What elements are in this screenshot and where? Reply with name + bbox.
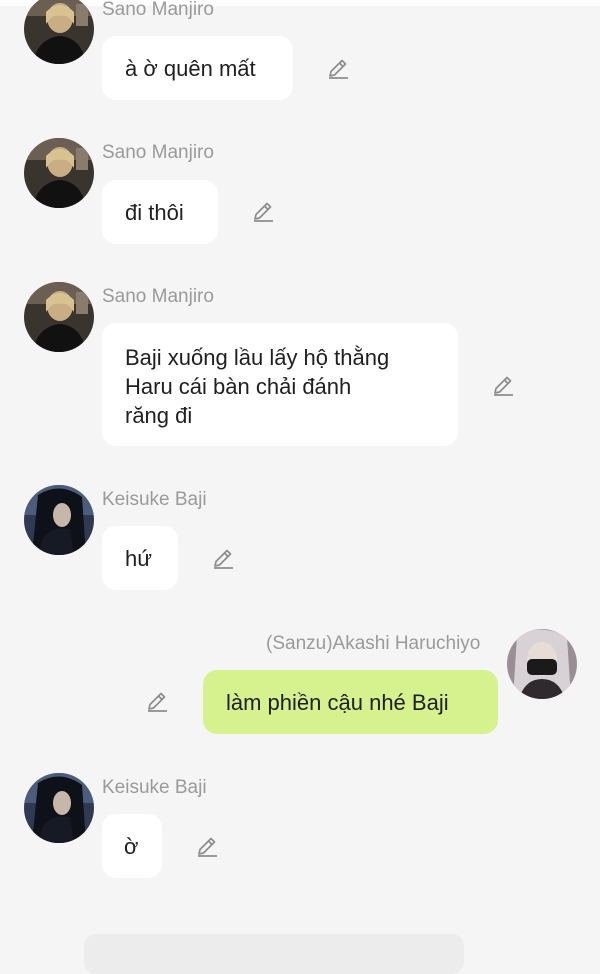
avatar-sano-manjiro[interactable]	[24, 282, 94, 352]
sano-avatar-icon	[24, 138, 94, 208]
message-bubble[interactable]: hứ	[102, 526, 178, 590]
sender-name: Sano Manjiro	[102, 142, 214, 163]
sender-name: (Sanzu)Akashi Haruchiyo	[266, 633, 481, 654]
message-bubble[interactable]: à ờ quên mất	[102, 36, 293, 100]
message-bubble[interactable]: đi thôi	[102, 180, 218, 244]
sano-avatar-icon	[24, 282, 94, 352]
message-bubble-self[interactable]: làm phiền cậu nhé Baji	[203, 670, 498, 734]
avatar-akashi-haruchiyo[interactable]	[507, 629, 577, 699]
message-text-line: răng đi	[125, 403, 193, 428]
sano-avatar-icon	[24, 0, 94, 64]
pencil-edit-icon[interactable]	[326, 56, 350, 80]
haruchiyo-avatar-icon	[507, 629, 577, 699]
message-bubble[interactable]: ờ	[102, 814, 162, 878]
avatar-keisuke-baji[interactable]	[24, 485, 94, 555]
sender-name: Sano Manjiro	[102, 286, 214, 307]
baji-avatar-icon	[24, 485, 94, 555]
message-text: à ờ quên mất	[125, 56, 256, 81]
message-bubble[interactable]: Baji xuống lầu lấy hộ thằng Haru cái bàn…	[102, 323, 458, 446]
sender-name: Keisuke Baji	[102, 489, 207, 510]
pencil-edit-icon[interactable]	[195, 834, 219, 858]
avatar-sano-manjiro[interactable]	[24, 0, 94, 64]
top-bar	[0, 0, 600, 6]
pencil-edit-icon[interactable]	[145, 689, 169, 713]
pencil-edit-icon[interactable]	[251, 199, 275, 223]
pencil-edit-icon[interactable]	[491, 373, 515, 397]
baji-avatar-icon	[24, 773, 94, 843]
avatar-keisuke-baji[interactable]	[24, 773, 94, 843]
avatar-sano-manjiro[interactable]	[24, 138, 94, 208]
message-text: ờ	[124, 834, 139, 859]
message-text: đi thôi	[125, 200, 184, 225]
message-text: làm phiền cậu nhé Baji	[226, 690, 449, 715]
message-text-line: Haru cái bàn chải đánh	[125, 374, 352, 399]
pencil-edit-icon[interactable]	[211, 546, 235, 570]
bottom-bar[interactable]	[84, 934, 464, 974]
message-text-line: Baji xuống lầu lấy hộ thằng	[125, 345, 390, 370]
sender-name: Sano Manjiro	[102, 0, 214, 20]
message-text: hứ	[125, 546, 152, 571]
sender-name: Keisuke Baji	[102, 777, 207, 798]
